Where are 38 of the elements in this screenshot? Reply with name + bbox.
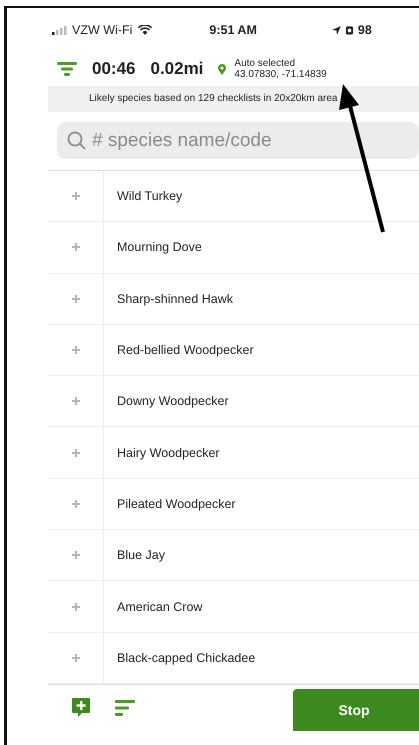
- search-field[interactable]: # species name/code: [57, 122, 419, 159]
- distance-reading: 0.02mi: [150, 59, 204, 79]
- plus-icon[interactable]: [72, 654, 80, 662]
- wifi-icon: [138, 25, 152, 35]
- species-name[interactable]: Blue Jay: [117, 548, 165, 562]
- add-comment-icon[interactable]: [72, 698, 90, 718]
- location-arrow-icon: [332, 26, 341, 34]
- plus-icon[interactable]: [72, 551, 80, 560]
- info-banner: Likely species based on 129 checklists in 20x20km area: [48, 86, 419, 112]
- location-coordinates: 43.07830, -71.14839: [234, 69, 327, 80]
- plus-icon[interactable]: [72, 346, 80, 354]
- species-name[interactable]: Red-bellied Woodpecker: [117, 343, 254, 358]
- plus-icon[interactable]: [72, 243, 80, 252]
- species-name[interactable]: Mourning Dove: [117, 240, 202, 254]
- plus-icon[interactable]: [72, 602, 80, 611]
- location-pin-icon: [218, 64, 226, 74]
- carrier-name: VZW Wi-Fi: [72, 23, 132, 37]
- plus-icon[interactable]: [72, 192, 80, 200]
- battery-percent: 98: [358, 23, 372, 37]
- clock-time: 9:51 AM: [209, 23, 257, 37]
- species-name[interactable]: Wild Turkey: [117, 189, 182, 204]
- search-icon: [67, 131, 86, 150]
- elapsed-timer: 00:46: [92, 59, 136, 79]
- species-name[interactable]: Pileated Woodpecker: [117, 496, 236, 511]
- plus-icon[interactable]: [72, 294, 80, 303]
- species-name[interactable]: Downy Woodpecker: [117, 394, 229, 408]
- plus-icon[interactable]: [72, 397, 80, 406]
- species-name[interactable]: Hairy Woodpecker: [117, 446, 220, 460]
- plus-icon[interactable]: [72, 448, 80, 457]
- plus-icon[interactable]: [72, 500, 80, 508]
- sort-icon[interactable]: [115, 700, 135, 716]
- location-mode: Auto selected: [234, 58, 296, 69]
- stop-button[interactable]: Stop: [293, 688, 419, 731]
- signal-icon: [52, 26, 68, 34]
- species-name[interactable]: American Crow: [117, 600, 202, 614]
- species-name[interactable]: Black-capped Chickadee: [117, 650, 256, 665]
- filter-icon[interactable]: [57, 62, 77, 76]
- species-name[interactable]: Sharp-shinned Hawk: [117, 292, 234, 306]
